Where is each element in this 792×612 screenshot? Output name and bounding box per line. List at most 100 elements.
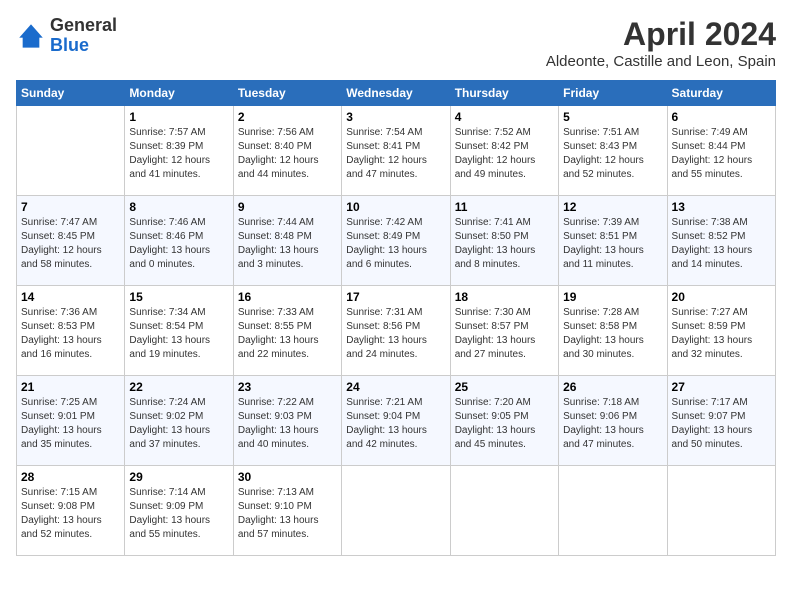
calendar-cell: 23 Sunrise: 7:22 AMSunset: 9:03 PMDayligh… xyxy=(233,376,341,466)
calendar-cell: 4 Sunrise: 7:52 AMSunset: 8:42 PMDaylight… xyxy=(450,106,558,196)
calendar-cell: 27 Sunrise: 7:17 AMSunset: 9:07 PMDayligh… xyxy=(667,376,775,466)
day-info: Sunrise: 7:52 AMSunset: 8:42 PMDaylight:… xyxy=(455,126,554,182)
day-info: Sunrise: 7:31 AMSunset: 8:56 PMDaylight:… xyxy=(346,306,445,362)
calendar-cell xyxy=(342,466,450,556)
day-number: 30 xyxy=(238,470,337,484)
day-info: Sunrise: 7:18 AMSunset: 9:06 PMDaylight:… xyxy=(563,396,662,452)
header-cell-thursday: Thursday xyxy=(450,81,558,106)
calendar-cell: 19Sunrise: 7:28 AMSunset: 8:58 PMDayligh… xyxy=(559,286,667,376)
header-cell-sunday: Sunday xyxy=(17,81,125,106)
day-number: 14 xyxy=(21,290,120,304)
calendar-cell: 6 Sunrise: 7:49 AMSunset: 8:44 PMDaylight… xyxy=(667,106,775,196)
day-number: 18 xyxy=(455,290,554,304)
calendar-cell: 1 Sunrise: 7:57 AMSunset: 8:39 PMDaylight… xyxy=(125,106,233,196)
calendar-cell: 24Sunrise: 7:21 AMSunset: 9:04 PMDayligh… xyxy=(342,376,450,466)
calendar-cell: 17 Sunrise: 7:31 AMSunset: 8:56 PMDayligh… xyxy=(342,286,450,376)
day-number: 1 xyxy=(129,110,228,124)
day-number: 25 xyxy=(455,380,554,394)
header-cell-friday: Friday xyxy=(559,81,667,106)
day-info: Sunrise: 7:22 AMSunset: 9:03 PMDaylight:… xyxy=(238,396,337,452)
day-number: 22 xyxy=(129,380,228,394)
calendar-week-0: 1 Sunrise: 7:57 AMSunset: 8:39 PMDaylight… xyxy=(17,106,776,196)
day-number: 2 xyxy=(238,110,337,124)
title-block: April 2024 Aldeonte, Castille and Leon, … xyxy=(546,16,776,70)
logo: General Blue xyxy=(16,16,117,56)
header-cell-wednesday: Wednesday xyxy=(342,81,450,106)
day-number: 27 xyxy=(672,380,771,394)
calendar-cell: 2 Sunrise: 7:56 AMSunset: 8:40 PMDaylight… xyxy=(233,106,341,196)
day-info: Sunrise: 7:38 AMSunset: 8:52 PMDaylight:… xyxy=(672,216,771,272)
day-number: 21 xyxy=(21,380,120,394)
day-info: Sunrise: 7:27 AMSunset: 8:59 PMDaylight:… xyxy=(672,306,771,362)
logo-blue-text: Blue xyxy=(50,35,89,55)
calendar-cell: 29 Sunrise: 7:14 AMSunset: 9:09 PMDayligh… xyxy=(125,466,233,556)
calendar-week-3: 21 Sunrise: 7:25 AMSunset: 9:01 PMDayligh… xyxy=(17,376,776,466)
day-number: 12 xyxy=(563,200,662,214)
day-info: Sunrise: 7:39 AMSunset: 8:51 PMDaylight:… xyxy=(563,216,662,272)
calendar-cell: 5 Sunrise: 7:51 AMSunset: 8:43 PMDaylight… xyxy=(559,106,667,196)
day-info: Sunrise: 7:34 AMSunset: 8:54 PMDaylight:… xyxy=(129,306,228,362)
calendar-cell: 26 Sunrise: 7:18 AMSunset: 9:06 PMDayligh… xyxy=(559,376,667,466)
day-info: Sunrise: 7:54 AMSunset: 8:41 PMDaylight:… xyxy=(346,126,445,182)
calendar-cell: 21 Sunrise: 7:25 AMSunset: 9:01 PMDayligh… xyxy=(17,376,125,466)
day-number: 5 xyxy=(563,110,662,124)
calendar-cell xyxy=(450,466,558,556)
day-info: Sunrise: 7:15 AMSunset: 9:08 PMDaylight:… xyxy=(21,486,120,542)
calendar-cell: 14 Sunrise: 7:36 AMSunset: 8:53 PMDayligh… xyxy=(17,286,125,376)
calendar-cell: 25 Sunrise: 7:20 AMSunset: 9:05 PMDayligh… xyxy=(450,376,558,466)
calendar-cell xyxy=(559,466,667,556)
day-info: Sunrise: 7:28 AMSunset: 8:58 PMDaylight:… xyxy=(563,306,662,362)
day-number: 3 xyxy=(346,110,445,124)
day-info: Sunrise: 7:36 AMSunset: 8:53 PMDaylight:… xyxy=(21,306,120,362)
day-info: Sunrise: 7:25 AMSunset: 9:01 PMDaylight:… xyxy=(21,396,120,452)
calendar-cell: 28Sunrise: 7:15 AMSunset: 9:08 PMDayligh… xyxy=(17,466,125,556)
calendar-cell: 16 Sunrise: 7:33 AMSunset: 8:55 PMDayligh… xyxy=(233,286,341,376)
day-number: 9 xyxy=(238,200,337,214)
calendar-week-4: 28Sunrise: 7:15 AMSunset: 9:08 PMDayligh… xyxy=(17,466,776,556)
day-info: Sunrise: 7:49 AMSunset: 8:44 PMDaylight:… xyxy=(672,126,771,182)
day-number: 6 xyxy=(672,110,771,124)
calendar-cell: 13Sunrise: 7:38 AMSunset: 8:52 PMDayligh… xyxy=(667,196,775,286)
logo-text: General Blue xyxy=(50,16,117,56)
calendar-cell: 18 Sunrise: 7:30 AMSunset: 8:57 PMDayligh… xyxy=(450,286,558,376)
logo-icon xyxy=(16,21,46,51)
day-info: Sunrise: 7:24 AMSunset: 9:02 PMDaylight:… xyxy=(129,396,228,452)
day-number: 4 xyxy=(455,110,554,124)
day-number: 11 xyxy=(455,200,554,214)
day-number: 23 xyxy=(238,380,337,394)
day-number: 7 xyxy=(21,200,120,214)
calendar-week-1: 7Sunrise: 7:47 AMSunset: 8:45 PMDaylight… xyxy=(17,196,776,286)
day-number: 17 xyxy=(346,290,445,304)
page-header: General Blue April 2024 Aldeonte, Castil… xyxy=(16,16,776,70)
day-number: 16 xyxy=(238,290,337,304)
day-info: Sunrise: 7:41 AMSunset: 8:50 PMDaylight:… xyxy=(455,216,554,272)
logo-general: General xyxy=(50,15,117,35)
day-info: Sunrise: 7:33 AMSunset: 8:55 PMDaylight:… xyxy=(238,306,337,362)
day-info: Sunrise: 7:30 AMSunset: 8:57 PMDaylight:… xyxy=(455,306,554,362)
calendar-table: SundayMondayTuesdayWednesdayThursdayFrid… xyxy=(16,80,776,556)
calendar-cell: 3 Sunrise: 7:54 AMSunset: 8:41 PMDaylight… xyxy=(342,106,450,196)
calendar-cell: 9 Sunrise: 7:44 AMSunset: 8:48 PMDaylight… xyxy=(233,196,341,286)
day-info: Sunrise: 7:46 AMSunset: 8:46 PMDaylight:… xyxy=(129,216,228,272)
day-number: 29 xyxy=(129,470,228,484)
calendar-week-2: 14 Sunrise: 7:36 AMSunset: 8:53 PMDayligh… xyxy=(17,286,776,376)
day-info: Sunrise: 7:20 AMSunset: 9:05 PMDaylight:… xyxy=(455,396,554,452)
calendar-cell: 15Sunrise: 7:34 AMSunset: 8:54 PMDayligh… xyxy=(125,286,233,376)
day-info: Sunrise: 7:51 AMSunset: 8:43 PMDaylight:… xyxy=(563,126,662,182)
day-info: Sunrise: 7:14 AMSunset: 9:09 PMDaylight:… xyxy=(129,486,228,542)
calendar-cell: 11 Sunrise: 7:41 AMSunset: 8:50 PMDayligh… xyxy=(450,196,558,286)
calendar-subtitle: Aldeonte, Castille and Leon, Spain xyxy=(546,53,776,70)
calendar-cell: 20Sunrise: 7:27 AMSunset: 8:59 PMDayligh… xyxy=(667,286,775,376)
calendar-cell xyxy=(667,466,775,556)
day-number: 24 xyxy=(346,380,445,394)
day-info: Sunrise: 7:17 AMSunset: 9:07 PMDaylight:… xyxy=(672,396,771,452)
day-number: 26 xyxy=(563,380,662,394)
calendar-cell: 30 Sunrise: 7:13 AMSunset: 9:10 PMDayligh… xyxy=(233,466,341,556)
header-row: SundayMondayTuesdayWednesdayThursdayFrid… xyxy=(17,81,776,106)
day-info: Sunrise: 7:56 AMSunset: 8:40 PMDaylight:… xyxy=(238,126,337,182)
day-info: Sunrise: 7:13 AMSunset: 9:10 PMDaylight:… xyxy=(238,486,337,542)
calendar-cell: 7Sunrise: 7:47 AMSunset: 8:45 PMDaylight… xyxy=(17,196,125,286)
day-info: Sunrise: 7:57 AMSunset: 8:39 PMDaylight:… xyxy=(129,126,228,182)
calendar-cell: 12 Sunrise: 7:39 AMSunset: 8:51 PMDayligh… xyxy=(559,196,667,286)
day-info: Sunrise: 7:44 AMSunset: 8:48 PMDaylight:… xyxy=(238,216,337,272)
